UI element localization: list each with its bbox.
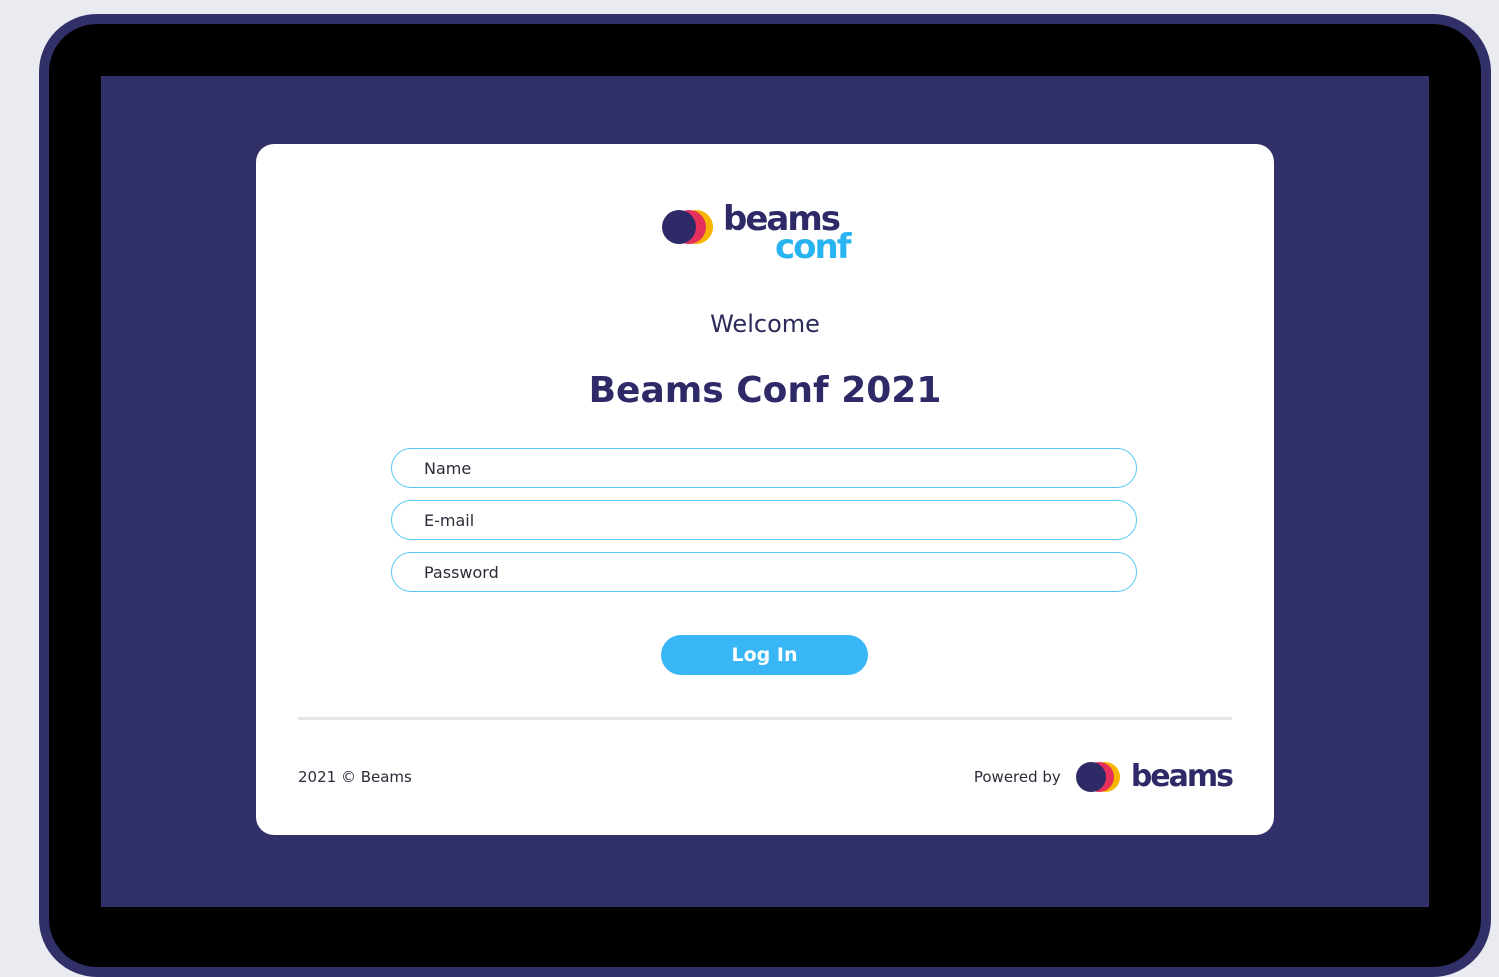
copyright-text: 2021 © Beams	[298, 768, 412, 786]
login-card: beams conf Welcome Beams Conf 2021 Log I…	[256, 144, 1274, 835]
powered-by: Powered by beams	[973, 759, 1234, 794]
powered-by-brand: beams	[1130, 759, 1234, 794]
screen: beams conf Welcome Beams Conf 2021 Log I…	[101, 76, 1429, 907]
login-button[interactable]: Log In	[661, 635, 868, 675]
footer-divider	[298, 717, 1232, 720]
name-input[interactable]	[391, 448, 1137, 488]
logo-word-conf: conf	[775, 227, 852, 267]
powered-by-label: Powered by	[973, 768, 1061, 786]
email-input[interactable]	[391, 500, 1137, 540]
beams-brand-icon	[1075, 762, 1120, 792]
beams-logo-icon	[662, 210, 713, 244]
page-title: Beams Conf 2021	[588, 370, 942, 411]
password-input[interactable]	[391, 552, 1137, 592]
beams-conf-logo: beams conf	[659, 202, 871, 272]
welcome-text: Welcome	[710, 310, 820, 338]
